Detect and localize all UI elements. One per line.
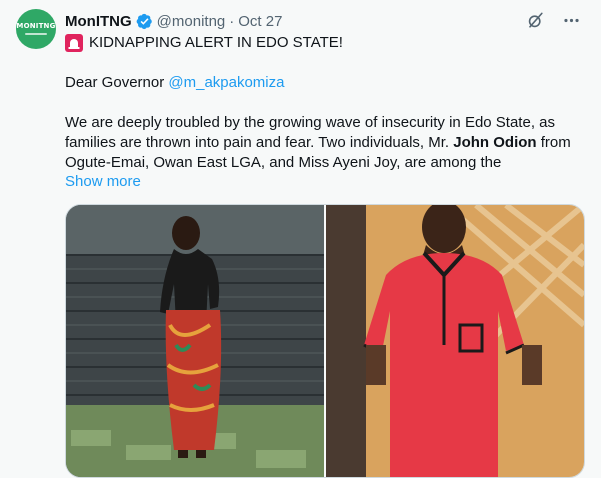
tweet-header: MonITNG @monitng · Oct 27 bbox=[65, 10, 581, 32]
avatar-logo-text: MONITNG bbox=[16, 22, 56, 30]
separator-dot: · bbox=[229, 12, 235, 30]
greeting-text: Dear Governor bbox=[65, 74, 169, 91]
show-more-link[interactable]: Show more bbox=[65, 172, 595, 192]
photo-man-red-shirt[interactable] bbox=[326, 205, 584, 477]
verified-badge-icon[interactable] bbox=[136, 13, 153, 30]
body-bold-name: John Odion bbox=[453, 134, 537, 151]
author-handle[interactable]: @monitng bbox=[157, 13, 226, 30]
avatar-logo-bar bbox=[25, 33, 47, 35]
avatar[interactable]: MONITNG bbox=[16, 9, 56, 49]
alert-title: KIDNAPPING ALERT IN EDO STATE! bbox=[89, 34, 343, 51]
greeting-line: Dear Governor @m_akpakomiza bbox=[65, 73, 595, 93]
mention-link[interactable]: @m_akpakomiza bbox=[168, 74, 284, 91]
alert-title-line: KIDNAPPING ALERT IN EDO STATE! bbox=[65, 33, 595, 53]
media-grid bbox=[65, 204, 585, 478]
tweet-body: We are deeply troubled by the growing wa… bbox=[65, 113, 590, 173]
photo-woman-standing[interactable] bbox=[66, 205, 324, 477]
tweet[interactable]: MONITNG MonITNG @monitng · Oct 27 KIDNAP… bbox=[0, 0, 601, 478]
header-actions bbox=[525, 10, 581, 30]
tweet-timestamp[interactable]: Oct 27 bbox=[238, 13, 282, 30]
author-name[interactable]: MonITNG bbox=[65, 13, 132, 30]
more-options-icon[interactable] bbox=[561, 10, 581, 30]
siren-icon bbox=[65, 34, 83, 52]
grok-icon[interactable] bbox=[525, 10, 545, 30]
